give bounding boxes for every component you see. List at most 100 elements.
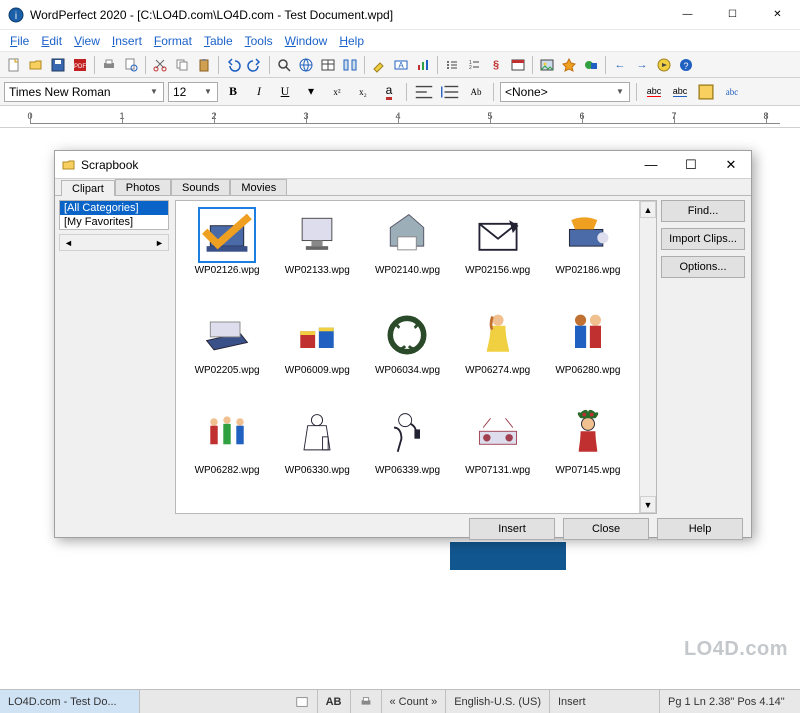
clipart-grid[interactable]: WP02126.wpgWP02133.wpgWP02140.wpgWP02156… bbox=[176, 201, 639, 513]
tab-photos[interactable]: Photos bbox=[115, 179, 171, 195]
menu-format[interactable]: Format bbox=[148, 32, 198, 50]
clipart-item[interactable]: WP06280.wpg bbox=[543, 307, 633, 407]
print-preview-icon[interactable] bbox=[121, 55, 141, 75]
clipart-item[interactable]: WP02140.wpg bbox=[362, 207, 452, 307]
dialog-close-button[interactable]: ✕ bbox=[711, 151, 751, 179]
image-icon[interactable] bbox=[537, 55, 557, 75]
font-combo[interactable]: Times New Roman ▼ bbox=[4, 82, 164, 102]
maximize-button[interactable]: ☐ bbox=[710, 0, 755, 30]
clipart-item[interactable]: WP02126.wpg bbox=[182, 207, 272, 307]
print-icon[interactable] bbox=[99, 55, 119, 75]
underline-button[interactable]: U bbox=[274, 82, 296, 102]
tab-movies[interactable]: Movies bbox=[230, 179, 287, 195]
grammar-icon[interactable]: abc bbox=[669, 82, 691, 102]
clipart-item[interactable]: WP06034.wpg bbox=[362, 307, 452, 407]
table-icon[interactable] bbox=[318, 55, 338, 75]
scroll-down-icon[interactable]: ▼ bbox=[640, 496, 656, 513]
close-button[interactable]: ✕ bbox=[755, 0, 800, 30]
insert-button[interactable]: Insert bbox=[469, 518, 555, 540]
spellcheck-icon[interactable]: abc bbox=[643, 82, 665, 102]
find-button[interactable]: Find... bbox=[661, 200, 745, 222]
clipart-icon[interactable] bbox=[559, 55, 579, 75]
textbox-icon[interactable]: A bbox=[391, 55, 411, 75]
menu-view[interactable]: View bbox=[68, 32, 106, 50]
copy-icon[interactable] bbox=[172, 55, 192, 75]
line-spacing-icon[interactable] bbox=[439, 82, 461, 102]
quickfonts-icon[interactable]: Ab bbox=[465, 82, 487, 102]
subscript-icon[interactable]: x₂ bbox=[352, 82, 374, 102]
cut-icon[interactable] bbox=[150, 55, 170, 75]
fontsize-combo[interactable]: 12 ▼ bbox=[168, 82, 218, 102]
style-combo[interactable]: <None> ▼ bbox=[500, 82, 630, 102]
autocorrect-icon[interactable]: abc bbox=[721, 82, 743, 102]
clipart-item[interactable]: WP02186.wpg bbox=[543, 207, 633, 307]
ruler[interactable]: 012345678 bbox=[0, 106, 800, 128]
clipart-item[interactable]: WP06330.wpg bbox=[272, 407, 362, 507]
new-document-icon[interactable] bbox=[4, 55, 24, 75]
dialog-titlebar[interactable]: Scrapbook — ☐ ✕ bbox=[55, 151, 751, 179]
word-count[interactable]: « Count » bbox=[382, 690, 447, 713]
reveal-codes-icon[interactable] bbox=[287, 690, 318, 713]
highlight-icon[interactable] bbox=[369, 55, 389, 75]
print-status-icon[interactable] bbox=[351, 690, 382, 713]
category-tree[interactable]: [All Categories][My Favorites] bbox=[59, 200, 169, 230]
columns-icon[interactable] bbox=[340, 55, 360, 75]
clipart-item[interactable]: WP02156.wpg bbox=[453, 207, 543, 307]
insert-mode[interactable]: Insert bbox=[550, 690, 660, 713]
pdf-icon[interactable]: PDF bbox=[70, 55, 90, 75]
menu-file[interactable]: File bbox=[4, 32, 35, 50]
hyperlink-icon[interactable] bbox=[296, 55, 316, 75]
close-button[interactable]: Close bbox=[563, 518, 649, 540]
shapes-icon[interactable] bbox=[581, 55, 601, 75]
thesaurus-icon[interactable] bbox=[695, 82, 717, 102]
dialog-minimize-button[interactable]: — bbox=[631, 151, 671, 179]
clipart-item[interactable]: WP07131.wpg bbox=[453, 407, 543, 507]
scroll-right-icon[interactable]: ► bbox=[151, 235, 168, 250]
clipart-item[interactable]: WP02205.wpg bbox=[182, 307, 272, 407]
help-button[interactable]: Help bbox=[657, 518, 743, 540]
options-button[interactable]: Options... bbox=[661, 256, 745, 278]
clipart-item[interactable]: WP06274.wpg bbox=[453, 307, 543, 407]
datetime-icon[interactable] bbox=[508, 55, 528, 75]
save-icon[interactable] bbox=[48, 55, 68, 75]
align-left-icon[interactable] bbox=[413, 82, 435, 102]
clipart-item[interactable]: WP06282.wpg bbox=[182, 407, 272, 507]
bold-button[interactable]: B bbox=[222, 82, 244, 102]
clipart-item[interactable]: WP07145.wpg bbox=[543, 407, 633, 507]
chart-icon[interactable] bbox=[413, 55, 433, 75]
scroll-up-icon[interactable]: ▲ bbox=[640, 201, 656, 218]
import-clips-button[interactable]: Import Clips... bbox=[661, 228, 745, 250]
font-color-icon[interactable]: a bbox=[378, 82, 400, 102]
help-icon[interactable]: ? bbox=[676, 55, 696, 75]
font-options-icon[interactable]: ▾ bbox=[300, 82, 322, 102]
redo-icon[interactable] bbox=[245, 55, 265, 75]
tree-hscrollbar[interactable]: ◄ ► bbox=[59, 234, 169, 251]
numbering-icon[interactable]: 12 bbox=[464, 55, 484, 75]
open-icon[interactable] bbox=[26, 55, 46, 75]
paste-icon[interactable] bbox=[194, 55, 214, 75]
menu-table[interactable]: Table bbox=[198, 32, 239, 50]
cursor-position[interactable]: Pg 1 Ln 2.38" Pos 4.14" bbox=[660, 690, 800, 713]
bullets-icon[interactable] bbox=[442, 55, 462, 75]
back-icon[interactable]: ← bbox=[610, 55, 630, 75]
minimize-button[interactable]: — bbox=[665, 0, 710, 30]
superscript-icon[interactable]: x² bbox=[326, 82, 348, 102]
tree-item[interactable]: [My Favorites] bbox=[60, 215, 168, 229]
menu-insert[interactable]: Insert bbox=[106, 32, 148, 50]
undo-icon[interactable] bbox=[223, 55, 243, 75]
tab-sounds[interactable]: Sounds bbox=[171, 179, 230, 195]
language-indicator[interactable]: English-U.S. (US) bbox=[446, 690, 550, 713]
document-tab[interactable]: LO4D.com - Test Do... bbox=[0, 690, 140, 713]
dialog-maximize-button[interactable]: ☐ bbox=[671, 151, 711, 179]
clipart-item[interactable]: WP02133.wpg bbox=[272, 207, 362, 307]
clipart-item[interactable]: WP06339.wpg bbox=[362, 407, 452, 507]
scroll-left-icon[interactable]: ◄ bbox=[60, 235, 77, 250]
menu-edit[interactable]: Edit bbox=[35, 32, 68, 50]
find-icon[interactable] bbox=[274, 55, 294, 75]
ab-indicator[interactable]: AB bbox=[318, 690, 351, 713]
tab-clipart[interactable]: Clipart bbox=[61, 180, 115, 196]
grid-vscrollbar[interactable]: ▲ ▼ bbox=[639, 201, 656, 513]
tree-item[interactable]: [All Categories] bbox=[60, 201, 168, 215]
italic-button[interactable]: I bbox=[248, 82, 270, 102]
menu-help[interactable]: Help bbox=[333, 32, 370, 50]
